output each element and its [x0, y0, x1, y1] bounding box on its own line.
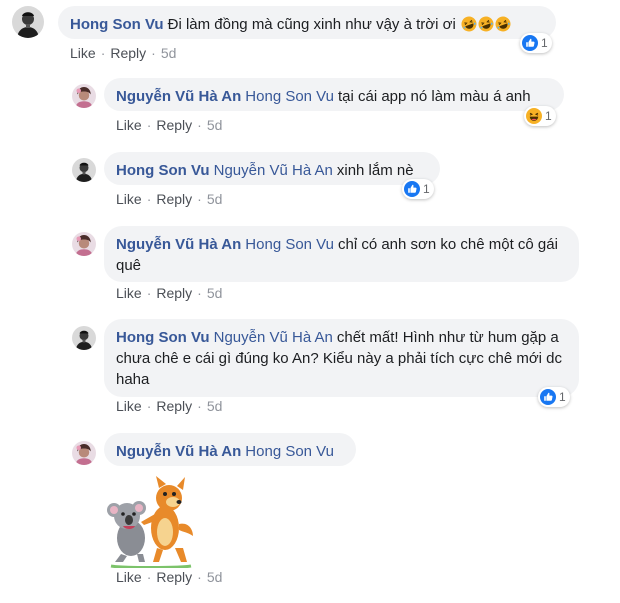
- nguyen-vu-ha-an-avatar[interactable]: [72, 84, 96, 108]
- reply-link[interactable]: Reply: [156, 191, 192, 207]
- reaction-summary[interactable]: 1: [402, 179, 434, 199]
- separator: ·: [100, 45, 106, 61]
- like-link[interactable]: Like: [116, 117, 142, 133]
- comment-author[interactable]: Hong Son Vu: [116, 329, 210, 346]
- tagged-user[interactable]: Hong Son Vu: [245, 236, 334, 253]
- like-icon: [522, 35, 538, 51]
- separator: ·: [146, 569, 152, 585]
- comment-bubble: Hong Son Vu Nguyễn Vũ Hà An xinh lắm nè: [104, 152, 440, 185]
- reply-link[interactable]: Reply: [156, 398, 192, 414]
- comment-bubble: Hong Son Vu Đi làm đồng mà cũng xinh như …: [58, 6, 556, 39]
- like-link[interactable]: Like: [116, 191, 142, 207]
- comment-author[interactable]: Nguyễn Vũ Hà An: [116, 236, 241, 253]
- nguyen-vu-ha-an-avatar[interactable]: [72, 441, 96, 465]
- rofl-emoji: [495, 16, 511, 32]
- hong-son-vu-avatar[interactable]: [72, 326, 96, 350]
- reply-link[interactable]: Reply: [110, 45, 146, 61]
- comment-time[interactable]: 5d: [161, 45, 177, 61]
- comment-actions: Like · Reply · 5d: [116, 285, 222, 301]
- like-link[interactable]: Like: [116, 569, 142, 585]
- comment-actions: Like · Reply · 5d: [116, 569, 222, 585]
- separator: ·: [197, 117, 202, 133]
- separator: ·: [197, 398, 202, 414]
- haha-icon: [526, 108, 542, 124]
- tagged-user[interactable]: Hong Son Vu: [245, 88, 334, 105]
- like-icon: [404, 181, 420, 197]
- comment-actions: Like · Reply · 5d: [70, 45, 176, 61]
- reply-link[interactable]: Reply: [156, 569, 192, 585]
- comment-bubble: Nguyễn Vũ Hà An Hong Son Vu: [104, 433, 356, 466]
- comment-time[interactable]: 5d: [207, 569, 223, 585]
- comment-actions: Like · Reply · 5d: [116, 117, 222, 133]
- tagged-user[interactable]: Nguyễn Vũ Hà An: [214, 162, 333, 179]
- reaction-count: 1: [541, 36, 548, 50]
- rofl-emoji: [478, 16, 494, 32]
- like-link[interactable]: Like: [70, 45, 96, 61]
- tagged-user[interactable]: Hong Son Vu: [245, 443, 334, 460]
- comment-text: Đi làm đồng mà cũng xinh như vậy à trời …: [167, 16, 456, 33]
- tagged-user[interactable]: Nguyễn Vũ Hà An: [214, 329, 333, 346]
- nguyen-vu-ha-an-avatar[interactable]: [72, 232, 96, 256]
- comment-bubble: Nguyễn Vũ Hà An Hong Son Vu chỉ có anh sơn…: [104, 226, 579, 282]
- comment-time[interactable]: 5d: [207, 398, 223, 414]
- comment-actions: Like · Reply · 5d: [116, 398, 222, 414]
- comment-text: xinh lắm nè: [336, 162, 414, 179]
- reply-link[interactable]: Reply: [156, 285, 192, 301]
- separator: ·: [146, 398, 152, 414]
- comment-author[interactable]: Nguyễn Vũ Hà An: [116, 443, 241, 460]
- reaction-summary[interactable]: 1: [538, 387, 570, 407]
- comment-time[interactable]: 5d: [207, 191, 223, 207]
- reaction-count: 1: [423, 182, 430, 196]
- comment-author[interactable]: Nguyễn Vũ Hà An: [116, 88, 241, 105]
- comment-author[interactable]: Hong Son Vu: [116, 162, 210, 179]
- separator: ·: [197, 191, 202, 207]
- reaction-count: 1: [559, 390, 566, 404]
- like-icon: [540, 389, 556, 405]
- hong-son-vu-avatar[interactable]: [72, 158, 96, 182]
- reaction-count: 1: [545, 109, 552, 123]
- like-link[interactable]: Like: [116, 285, 142, 301]
- comment-text: tại cái app nó làm màu á anh: [337, 88, 531, 105]
- like-link[interactable]: Like: [116, 398, 142, 414]
- comment-time[interactable]: 5d: [207, 285, 223, 301]
- hong-son-vu-avatar[interactable]: [12, 6, 44, 38]
- comment-bubble: Hong Son Vu Nguyễn Vũ Hà An chết mất! Hình…: [104, 319, 579, 397]
- separator: ·: [151, 45, 156, 61]
- rofl-emoji: [461, 16, 477, 32]
- comment-bubble: Nguyễn Vũ Hà An Hong Son Vu tại cái app nó…: [104, 78, 564, 111]
- separator: ·: [146, 117, 152, 133]
- reaction-summary[interactable]: 1: [520, 33, 552, 53]
- separator: ·: [146, 191, 152, 207]
- koala-and-fox-sticker[interactable]: [103, 476, 195, 568]
- comment-time[interactable]: 5d: [207, 117, 223, 133]
- reply-link[interactable]: Reply: [156, 117, 192, 133]
- separator: ·: [197, 285, 202, 301]
- separator: ·: [146, 285, 152, 301]
- comment-actions: Like · Reply · 5d: [116, 191, 222, 207]
- reaction-summary[interactable]: 1: [524, 106, 556, 126]
- separator: ·: [197, 569, 202, 585]
- comment-author[interactable]: Hong Son Vu: [70, 16, 164, 33]
